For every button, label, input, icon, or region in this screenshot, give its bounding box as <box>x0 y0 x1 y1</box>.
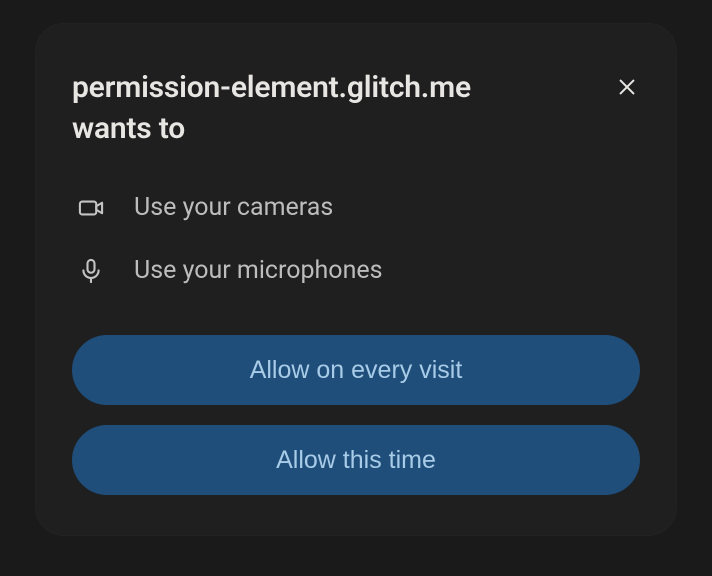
dialog-title: permission-element.glitch.me wants to <box>72 68 471 149</box>
close-button[interactable] <box>610 70 644 107</box>
dialog-buttons: Allow on every visit Allow this time <box>72 335 640 495</box>
permission-label: Use your microphones <box>134 256 383 285</box>
permission-row-camera: Use your cameras <box>76 193 640 222</box>
allow-every-visit-button[interactable]: Allow on every visit <box>72 335 640 405</box>
dialog-title-suffix: wants to <box>72 111 185 146</box>
permission-label: Use your cameras <box>134 193 333 222</box>
dialog-title-origin: permission-element.glitch.me <box>72 70 471 105</box>
camera-icon <box>76 194 106 222</box>
dialog-header: permission-element.glitch.me wants to <box>72 68 640 149</box>
allow-this-time-button[interactable]: Allow this time <box>72 425 640 495</box>
close-icon <box>616 76 638 101</box>
permissions-list: Use your cameras Use your microphones <box>72 193 640 285</box>
microphone-icon <box>76 257 106 285</box>
permission-dialog: permission-element.glitch.me wants to Us… <box>36 24 676 535</box>
permission-row-microphone: Use your microphones <box>76 256 640 285</box>
